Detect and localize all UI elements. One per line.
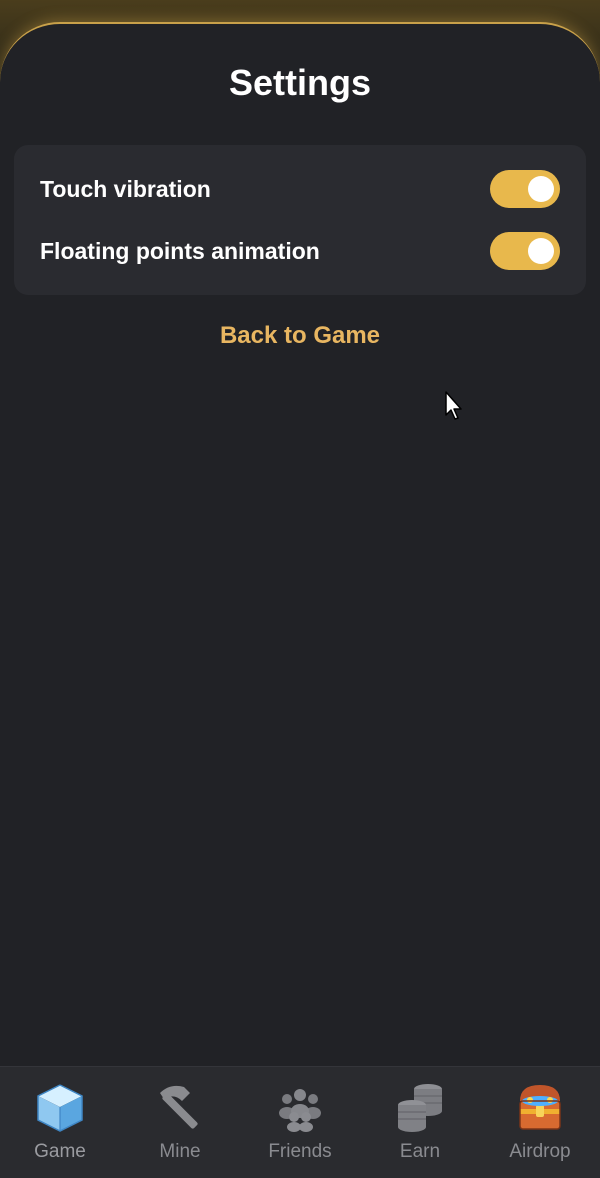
- touch-vibration-toggle[interactable]: [490, 170, 560, 208]
- nav-item-friends[interactable]: Friends: [240, 1067, 360, 1178]
- nav-item-earn[interactable]: Earn: [360, 1067, 480, 1178]
- setting-label: Floating points animation: [40, 237, 320, 264]
- mouse-cursor-icon: [445, 391, 462, 420]
- toggle-knob: [528, 176, 554, 202]
- coins-icon: [398, 1084, 442, 1132]
- nav-label: Earn: [399, 1141, 441, 1162]
- nav-label: Friends: [268, 1141, 332, 1162]
- setting-touch-vibration: Touch vibration: [40, 169, 560, 209]
- settings-panel: Touch vibration Floating points animatio…: [14, 145, 586, 295]
- pickaxe-icon: [160, 1085, 198, 1129]
- nav-label: Game: [34, 1141, 86, 1162]
- settings-screen: Settings Touch vibration Floating points…: [0, 22, 600, 1178]
- friends-icon: [279, 1089, 321, 1132]
- nav-item-mine[interactable]: Mine: [120, 1067, 240, 1178]
- setting-label: Touch vibration: [40, 175, 211, 202]
- nav-item-game[interactable]: Game: [0, 1067, 120, 1178]
- setting-floating-points-animation: Floating points animation: [40, 231, 560, 271]
- cube-icon: [37, 1084, 83, 1132]
- floating-points-animation-toggle[interactable]: [490, 232, 560, 270]
- toggle-knob: [528, 238, 554, 264]
- bottom-nav: Game Mine Friends Earn Airdrop: [0, 1066, 600, 1178]
- nav-item-airdrop[interactable]: Airdrop: [480, 1067, 600, 1178]
- nav-label: Mine: [159, 1141, 201, 1162]
- back-to-game-link[interactable]: Back to Game: [0, 322, 600, 350]
- nav-label: Airdrop: [509, 1141, 571, 1162]
- page-title: Settings: [228, 62, 371, 103]
- treasure-chest-icon: [519, 1085, 561, 1130]
